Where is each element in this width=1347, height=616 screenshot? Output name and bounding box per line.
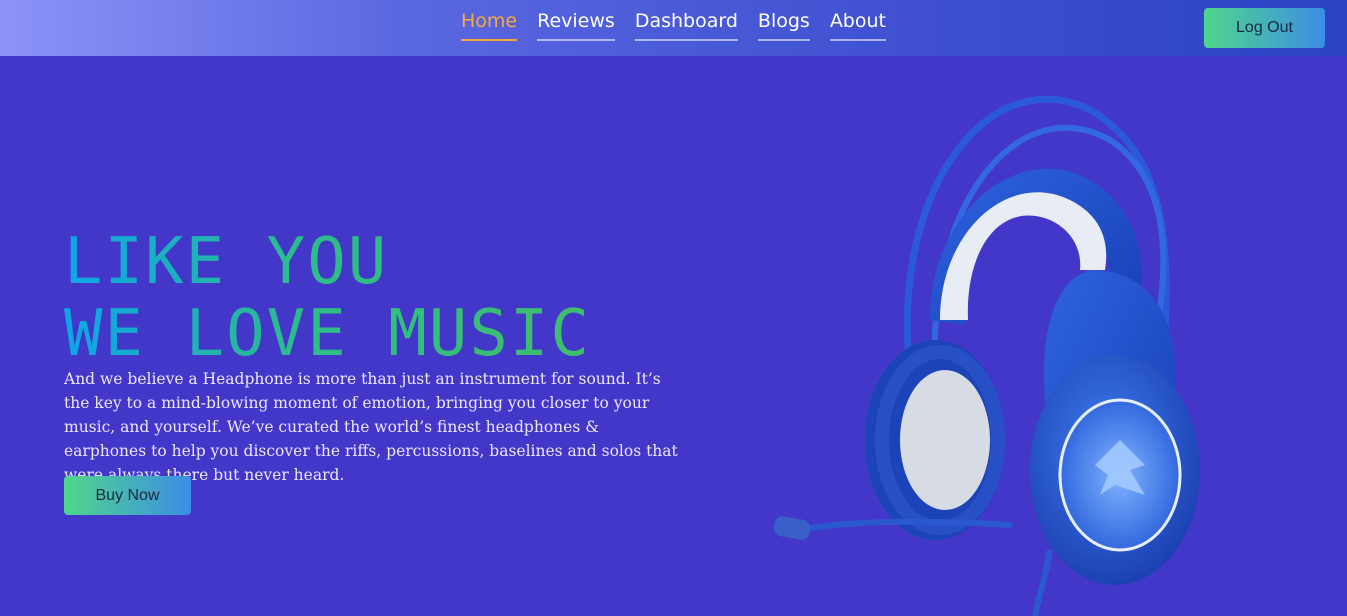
logout-button[interactable]: Log Out [1204, 8, 1325, 48]
nav-link-reviews[interactable]: Reviews [537, 8, 615, 41]
main-nav: Home Reviews Dashboard Blogs About [0, 8, 1347, 41]
nav-link-about[interactable]: About [829, 8, 886, 41]
buy-now-button[interactable]: Buy Now [64, 476, 191, 515]
headphone-image [773, 95, 1200, 616]
nav-link-home[interactable]: Home [461, 8, 518, 41]
top-navbar: Home Reviews Dashboard Blogs About Log O… [0, 0, 1347, 56]
hero-description: And we believe a Headphone is more than … [64, 370, 678, 484]
hero-title-line-1: LIKE YOU [64, 226, 591, 298]
nav-link-blogs[interactable]: Blogs [757, 8, 810, 41]
nav-link-dashboard[interactable]: Dashboard [634, 8, 738, 41]
hero-title-line-2: WE LOVE MUSIC [64, 297, 591, 371]
hero-title: LIKE YOU WE LOVE MUSIC [64, 226, 591, 370]
